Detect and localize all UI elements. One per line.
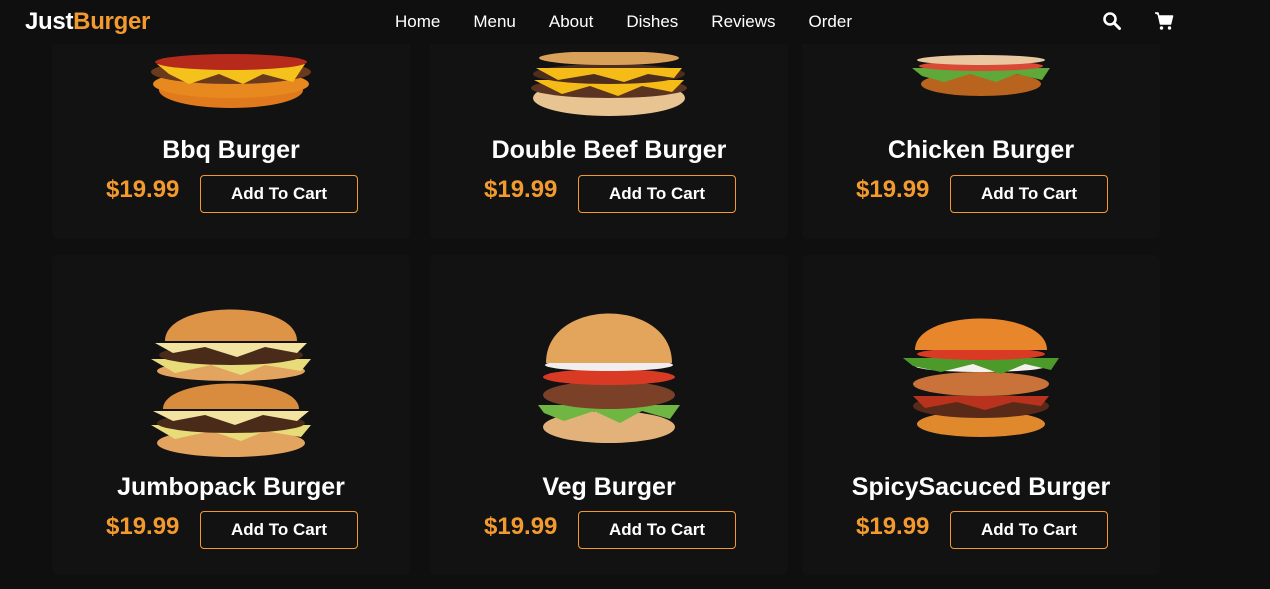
chicken-burger-image <box>912 55 1050 96</box>
nav-link-order[interactable]: Order <box>809 12 852 32</box>
add-to-cart-button[interactable]: Add To Cart <box>578 175 736 213</box>
product-price: $19.99 <box>484 513 558 540</box>
product-name: Bbq Burger <box>162 136 300 164</box>
product-price: $19.99 <box>856 513 930 540</box>
spicy-sauced-burger-image <box>903 318 1059 437</box>
product-card: Veg Burger $19.99 Add To Cart <box>430 255 788 575</box>
nav-link-about[interactable]: About <box>549 12 593 32</box>
nav-link-reviews[interactable]: Reviews <box>711 12 775 32</box>
add-to-cart-button[interactable]: Add To Cart <box>200 175 358 213</box>
bbq-burger-image <box>151 54 311 108</box>
add-to-cart-button[interactable]: Add To Cart <box>950 175 1108 213</box>
add-to-cart-button[interactable]: Add To Cart <box>200 511 358 549</box>
product-price: $19.99 <box>106 176 180 203</box>
cart-icon[interactable] <box>1154 11 1174 31</box>
double-beef-burger-image <box>531 52 687 116</box>
nav-link-dishes[interactable]: Dishes <box>626 12 678 32</box>
nav-link-home[interactable]: Home <box>395 12 440 32</box>
veg-burger-image <box>538 313 680 443</box>
product-name: Jumbopack Burger <box>117 473 345 501</box>
search-icon[interactable] <box>1102 11 1122 31</box>
nav-link-menu[interactable]: Menu <box>473 12 516 32</box>
product-price: $19.99 <box>484 176 558 203</box>
nav-icons <box>1102 11 1174 31</box>
logo-text-burger: Burger <box>73 8 151 35</box>
add-to-cart-button[interactable]: Add To Cart <box>950 511 1108 549</box>
product-card: SpicySacuced Burger $19.99 Add To Cart <box>802 255 1160 575</box>
add-to-cart-button[interactable]: Add To Cart <box>578 511 736 549</box>
jumbopack-burger-image <box>151 309 311 457</box>
nav-links: Home Menu About Dishes Reviews Order <box>395 12 885 32</box>
product-name: Chicken Burger <box>887 136 1075 164</box>
product-name: SpicySacuced Burger <box>851 473 1111 501</box>
product-price: $19.99 <box>106 513 180 540</box>
logo[interactable]: JustBurger <box>25 8 150 36</box>
logo-text-just: Just <box>25 8 74 35</box>
product-card: Jumbopack Burger $19.99 Add To Cart <box>52 255 410 575</box>
product-name: Veg Burger <box>542 473 676 501</box>
product-price: $19.99 <box>856 176 930 203</box>
navbar: JustBurger Home Menu About Dishes Review… <box>0 0 1270 44</box>
product-name: Double Beef Burger <box>491 136 727 164</box>
